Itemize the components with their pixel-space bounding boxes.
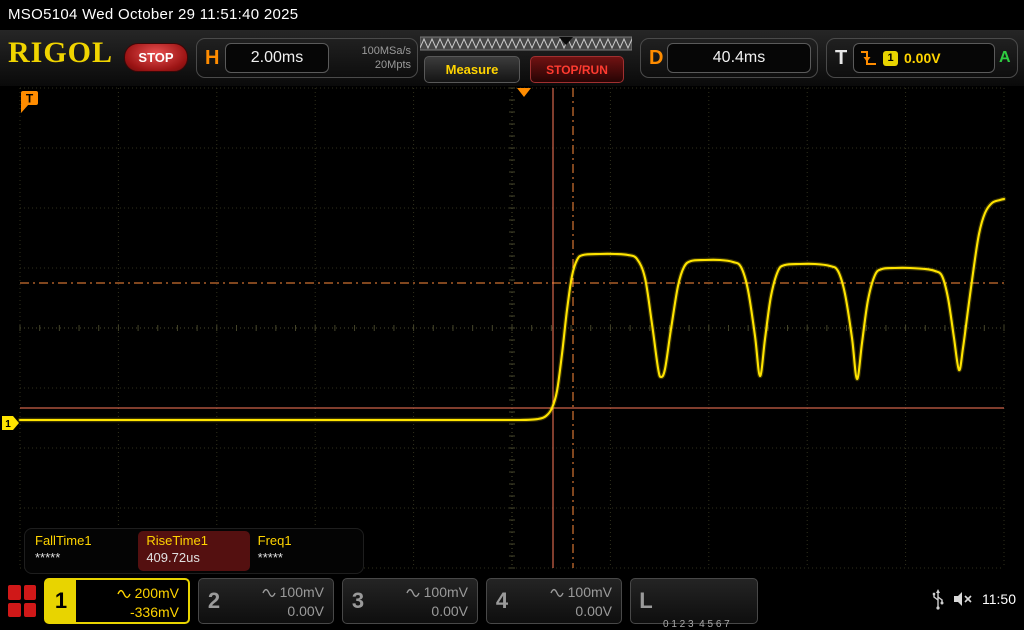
usb-icon: [932, 588, 944, 610]
measurement-falltime[interactable]: FallTime1 *****: [27, 531, 138, 571]
channel2-box[interactable]: 2 100mV 0.00V: [198, 578, 334, 624]
memory-depth: 20Mpts: [333, 58, 411, 72]
graticule-grid: [20, 88, 1004, 568]
status-clock: 11:50: [982, 591, 1016, 607]
oscilloscope-screen: MSO5104 Wed October 29 11:51:40 2025 RIG…: [0, 0, 1024, 630]
channel1-offset: -336mV: [76, 603, 179, 622]
trigger-sweep-mode: A: [999, 49, 1011, 67]
trigger-label: T: [835, 47, 847, 70]
channel4-box[interactable]: 4 100mV 0.00V: [486, 578, 622, 624]
graticule-area[interactable]: T 1 FallTime1 ***** RiseTime1 409.72us F…: [0, 86, 1024, 574]
memory-position-bar[interactable]: [420, 36, 632, 51]
measurement-name: Freq1: [258, 533, 353, 548]
status-tray: 11:50: [932, 588, 1016, 610]
trigger-level-value: 0.00V: [904, 50, 941, 66]
trigger-flag-letter: T: [26, 92, 34, 106]
channel3-number: 3: [343, 579, 373, 623]
channel1-scale: 200mV: [135, 584, 179, 603]
measurement-value: *****: [35, 550, 130, 565]
channel4-scale: 100mV: [568, 583, 612, 602]
channel-status-bar: 1 200mV -336mV 2 100mV: [0, 574, 1024, 630]
horizontal-settings-group[interactable]: H 2.00ms 100MSa/s 20Mpts: [196, 38, 418, 78]
channel1-tag-number: 1: [5, 419, 11, 430]
channel1-box[interactable]: 1 200mV -336mV: [44, 578, 190, 624]
run-state-badge: STOP: [124, 43, 188, 72]
model-and-datetime: MSO5104 Wed October 29 11:51:40 2025: [0, 0, 1024, 30]
horizontal-label: H: [205, 47, 219, 70]
header-bar: RIGOL STOP H 2.00ms 100MSa/s 20Mpts Meas…: [0, 30, 1024, 86]
channel3-scale: 100mV: [424, 583, 468, 602]
logic-label: L: [631, 579, 661, 623]
trigger-level-flag[interactable]: T: [21, 91, 38, 113]
channel2-offset: 0.00V: [229, 602, 324, 621]
timebase-value[interactable]: 2.00ms: [225, 43, 329, 73]
delay-settings-group[interactable]: D 40.4ms: [640, 38, 818, 78]
measurement-freq[interactable]: Freq1 *****: [250, 531, 361, 571]
logic-digit-rows: 0 1 2 3 4 5 6 7 8 9 1011 12131415: [661, 579, 757, 623]
channel3-offset: 0.00V: [373, 602, 468, 621]
trigger-position-marker[interactable]: [517, 88, 531, 97]
channel3-values: 100mV 0.00V: [373, 579, 477, 623]
sample-rate: 100MSa/s: [333, 44, 411, 58]
logic-row-0-7: 0 1 2 3 4 5 6 7: [663, 617, 751, 630]
trigger-info-box[interactable]: 1 0.00V: [853, 43, 995, 73]
speaker-mute-icon[interactable]: [952, 589, 974, 609]
rigol-logo: RIGOL: [8, 36, 113, 70]
channel4-number: 4: [487, 579, 517, 623]
measurement-name: FallTime1: [35, 533, 130, 548]
trigger-source-badge: 1: [883, 51, 898, 66]
channel2-values: 100mV 0.00V: [229, 579, 333, 623]
measurement-value: 409.72us: [146, 550, 241, 565]
channel3-box[interactable]: 3 100mV 0.00V: [342, 578, 478, 624]
channel1-position-tag[interactable]: 1: [2, 416, 19, 430]
channel4-offset: 0.00V: [517, 602, 612, 621]
menu-grid-icon[interactable]: [8, 585, 36, 617]
measurement-risetime[interactable]: RiseTime1 409.72us: [138, 531, 249, 571]
stop-run-button[interactable]: STOP/RUN: [530, 56, 624, 83]
channel1-number: 1: [46, 580, 76, 622]
channel1-values: 200mV -336mV: [76, 580, 188, 622]
channel2-scale: 100mV: [280, 583, 324, 602]
measurement-panel: FallTime1 ***** RiseTime1 409.72us Freq1…: [24, 528, 364, 574]
delay-label: D: [649, 47, 663, 70]
delay-value[interactable]: 40.4ms: [667, 43, 811, 73]
scope-canvas[interactable]: T 1: [0, 86, 1024, 574]
waveform-coupling-icon: [262, 588, 276, 598]
falling-edge-icon: [860, 49, 877, 67]
measure-button[interactable]: Measure: [424, 56, 520, 83]
trigger-settings-group[interactable]: T 1 0.00V A: [826, 38, 1018, 78]
measurement-name: RiseTime1: [146, 533, 241, 548]
waveform-coupling-icon: [406, 588, 420, 598]
waveform-coupling-icon: [117, 589, 131, 599]
channel4-values: 100mV 0.00V: [517, 579, 621, 623]
logic-channels-box[interactable]: L 0 1 2 3 4 5 6 7 8 9 1011 12131415: [630, 578, 758, 624]
measurement-value: *****: [258, 550, 353, 565]
acquisition-info: 100MSa/s 20Mpts: [333, 44, 411, 72]
waveform-coupling-icon: [550, 588, 564, 598]
channel2-number: 2: [199, 579, 229, 623]
